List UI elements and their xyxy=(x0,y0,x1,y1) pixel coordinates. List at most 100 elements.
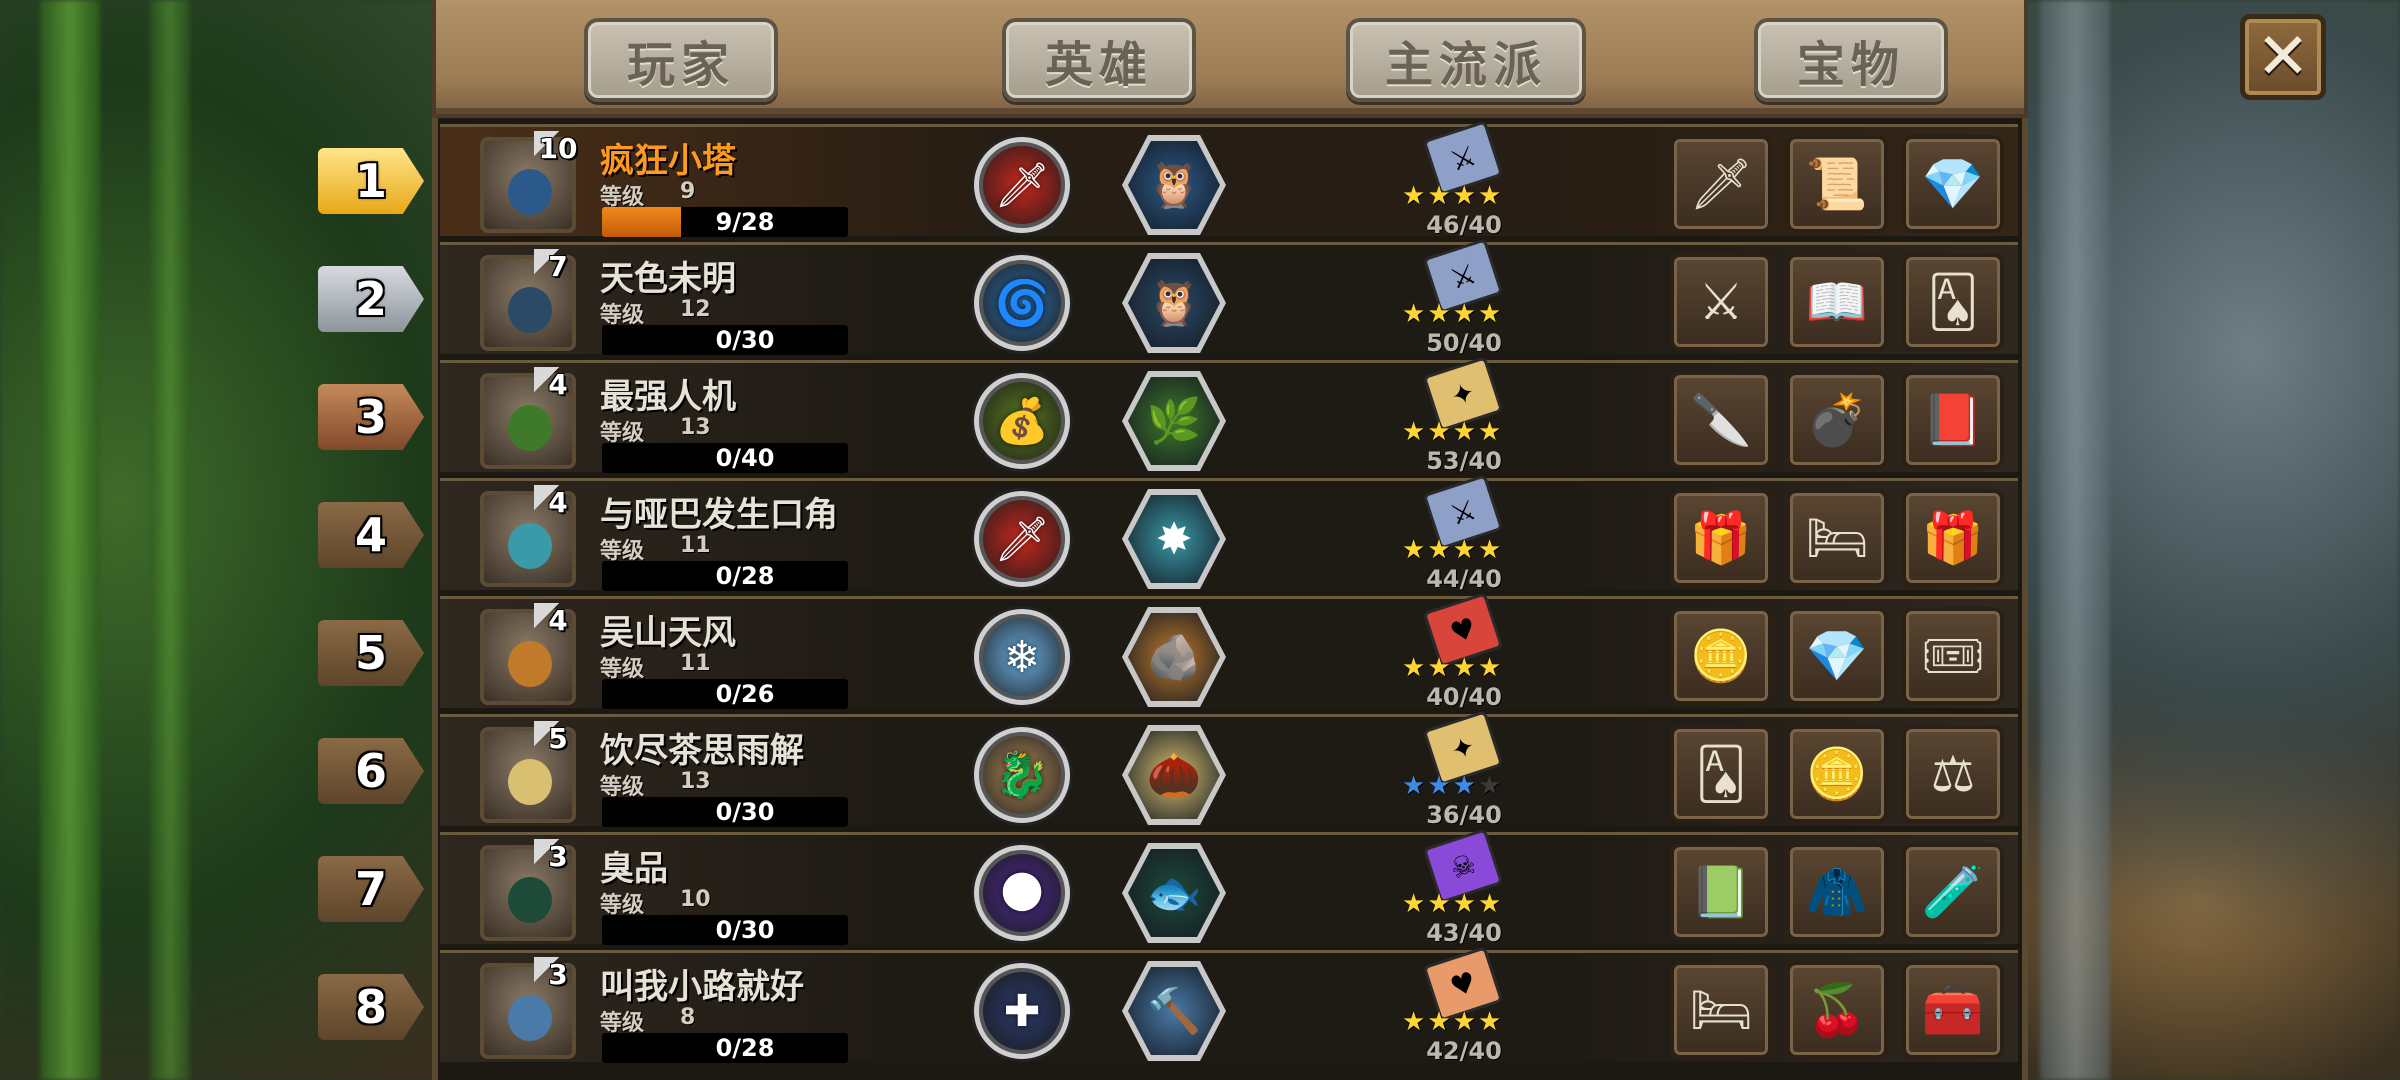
star-icon: ★ xyxy=(1402,889,1428,919)
treasure-slot[interactable]: ⚔ xyxy=(1670,253,1772,351)
treasure-icon: 🪙 xyxy=(1689,626,1753,685)
treasure-slot[interactable]: 💎 xyxy=(1902,135,2004,233)
hero-glyph: ✸ xyxy=(1155,513,1193,565)
treasure-slot[interactable]: 🎟 xyxy=(1902,607,2004,705)
hero-icon[interactable]: 🐟 xyxy=(1122,843,1226,943)
skill-icon[interactable]: 🗡 xyxy=(974,491,1070,587)
tab-main-faction[interactable]: 主流派 xyxy=(1346,18,1586,102)
treasure-slot[interactable]: 📕 xyxy=(1902,371,2004,469)
treasure-slot[interactable]: 🪙 xyxy=(1670,607,1772,705)
treasure-slot[interactable]: 🧪 xyxy=(1902,843,2004,941)
player-row[interactable]: 5 饮尽茶思雨解 等级 13 0/30 🐉 🌰 ✦ ★★★★ 36/40 🂡 🪙… xyxy=(440,710,2018,829)
hero-portrait xyxy=(508,759,552,805)
player-row[interactable]: 3 叫我小路就好 等级 8 0/28 ✚ 🔨 ♥ ★★★★ 42/40 🛏 � xyxy=(440,946,2018,1065)
player-row[interactable]: 7 天色未明 等级 12 0/30 🌀 🦉 ⚔ ★★★★ 50/40 ⚔ 📖 🂡 xyxy=(440,238,2018,357)
star-icon: ★ xyxy=(1427,889,1453,919)
faction-score: 42/40 xyxy=(1426,1037,1502,1065)
star-icon: ★ xyxy=(1452,299,1478,329)
faction-score: 50/40 xyxy=(1426,329,1502,357)
treasure-slot[interactable]: 🎁 xyxy=(1670,489,1772,587)
player-level-badge: 3 xyxy=(534,839,582,875)
hero-portrait xyxy=(508,287,552,333)
bamboo-stalk xyxy=(150,0,190,1080)
treasure-slot[interactable]: 🛏 xyxy=(1670,961,1772,1059)
skill-icon[interactable]: 🗡 xyxy=(974,137,1070,233)
star-icon: ★ xyxy=(1402,417,1428,447)
player-row[interactable]: 3 臭品 等级 10 0/30 🌑 🐟 ☠ ★★★★ 43/40 📗 🧥 🧪 xyxy=(440,828,2018,947)
level-value: 13 xyxy=(680,769,711,794)
hero-portrait xyxy=(508,641,552,687)
skill-icon[interactable]: ❄ xyxy=(974,609,1070,705)
star-icon: ★ xyxy=(1402,535,1428,565)
level-value: 9 xyxy=(680,179,696,204)
player-row[interactable]: 4 吴山天风 等级 11 0/26 ❄ 🪨 ♥ ★★★★ 40/40 🪙 💎 🎟 xyxy=(440,592,2018,711)
treasure-icon: 📜 xyxy=(1805,154,1869,213)
player-row[interactable]: 4 最强人机 等级 13 0/40 💰 🌿 ✦ ★★★★ 53/40 🔪 � xyxy=(440,356,2018,475)
treasure-icon: 💣 xyxy=(1805,390,1869,449)
treasure-slot[interactable]: 📗 xyxy=(1670,843,1772,941)
book-glyph: ⚔ xyxy=(1445,256,1481,296)
treasure-slot[interactable]: 🧰 xyxy=(1902,961,2004,1059)
star-icon: ★ xyxy=(1452,1007,1478,1037)
treasure-slot[interactable]: 🧥 xyxy=(1786,843,1888,941)
star-icon: ★ xyxy=(1427,299,1453,329)
close-button[interactable]: ✕ xyxy=(2240,14,2326,100)
tab-treasures[interactable]: 宝物 xyxy=(1754,18,1948,102)
player-row[interactable]: 4 与哑巴发生口角 等级 11 0/28 🗡 ✸ ⚔ ★★★★ 44/40 🎁 xyxy=(440,474,2018,593)
player-level-badge: 5 xyxy=(534,721,582,757)
treasure-slot[interactable]: 💣 xyxy=(1786,371,1888,469)
hero-icon[interactable]: 🌿 xyxy=(1122,371,1226,471)
faction-score: 36/40 xyxy=(1426,801,1502,829)
treasure-icon: 📕 xyxy=(1921,390,1985,449)
treasure-icon: ⚖ xyxy=(1930,745,1976,803)
treasure-slot[interactable]: 🂡 xyxy=(1902,253,2004,351)
treasure-slot[interactable]: 💎 xyxy=(1786,607,1888,705)
star-icon: ★ xyxy=(1452,417,1478,447)
star-icon: ★ xyxy=(1477,653,1504,683)
treasure-slot[interactable]: 🛏 xyxy=(1786,489,1888,587)
player-name: 最强人机 xyxy=(600,377,736,417)
faction-score: 43/40 xyxy=(1426,919,1502,947)
treasure-slot[interactable]: 🪙 xyxy=(1786,725,1888,823)
hero-glyph: 🌰 xyxy=(1146,750,1202,801)
tab-heroes[interactable]: 英雄 xyxy=(1002,18,1196,102)
level-value: 11 xyxy=(680,651,711,676)
star-icon: ★ xyxy=(1427,181,1453,211)
xp-text: 0/40 xyxy=(715,444,775,472)
skill-icon[interactable]: 🌀 xyxy=(974,255,1070,351)
treasure-slot[interactable]: 🍒 xyxy=(1786,961,1888,1059)
hero-icon[interactable]: ✸ xyxy=(1122,489,1226,589)
star-icon: ★ xyxy=(1402,771,1428,801)
treasure-icon: 🛏 xyxy=(1805,508,1869,567)
treasure-icon: 🎟 xyxy=(1921,626,1985,685)
treasure-slot[interactable]: 🔪 xyxy=(1670,371,1772,469)
hero-icon[interactable]: 🔨 xyxy=(1122,961,1226,1061)
tab-players[interactable]: 玩家 xyxy=(584,18,778,102)
skill-icon[interactable]: 🐉 xyxy=(974,727,1070,823)
star-rating: ★★★★ xyxy=(1402,1007,1526,1037)
hero-icon[interactable]: 🦉 xyxy=(1122,135,1226,235)
hero-glyph: 🦉 xyxy=(1146,278,1202,329)
player-level-badge: 4 xyxy=(534,367,582,403)
treasure-slot[interactable]: 📖 xyxy=(1786,253,1888,351)
hero-icon[interactable]: 🪨 xyxy=(1122,607,1226,707)
xp-text: 0/28 xyxy=(715,562,775,590)
xp-text: 0/26 xyxy=(715,680,775,708)
rank-badge: 8 xyxy=(318,974,424,1040)
xp-progress-bar: 9/28 xyxy=(602,207,848,237)
treasure-slot[interactable]: 🎁 xyxy=(1902,489,2004,587)
xp-progress-bar: 0/28 xyxy=(602,561,848,591)
player-level-badge: 7 xyxy=(534,249,582,285)
treasure-slot[interactable]: 🗡 xyxy=(1670,135,1772,233)
skill-icon[interactable]: ✚ xyxy=(974,963,1070,1059)
hero-icon[interactable]: 🌰 xyxy=(1122,725,1226,825)
treasure-slot[interactable]: 🂡 xyxy=(1670,725,1772,823)
player-row[interactable]: 10 疯狂小塔 等级 9 9/28 🗡 🦉 ⚔ ★★★★ 46/40 🗡 � xyxy=(440,120,2018,239)
skill-icon[interactable]: 💰 xyxy=(974,373,1070,469)
hero-portrait xyxy=(508,169,552,215)
skill-icon[interactable]: 🌑 xyxy=(974,845,1070,941)
treasure-slot[interactable]: 📜 xyxy=(1786,135,1888,233)
treasure-slot[interactable]: ⚖ xyxy=(1902,725,2004,823)
hero-portrait xyxy=(508,523,552,569)
hero-icon[interactable]: 🦉 xyxy=(1122,253,1226,353)
